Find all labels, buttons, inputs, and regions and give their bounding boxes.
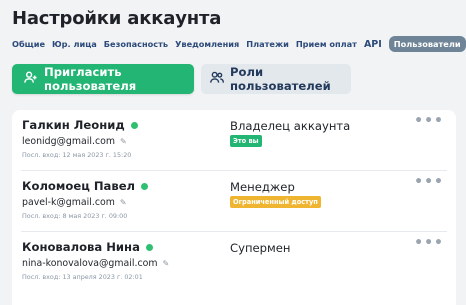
settings-tabs: Общие Юр. лица Безопасность Уведомления … xyxy=(12,36,466,52)
online-status-dot xyxy=(141,182,149,190)
more-options-icon[interactable]: ••• xyxy=(414,236,444,250)
user-email: leonidg@gmail.com xyxy=(22,136,115,147)
user-role: Владелец аккаунта xyxy=(230,119,351,133)
list-item: Галкин Леонид leonidg@gmail.com ✎ Посл. … xyxy=(12,110,456,171)
tab-users[interactable]: Пользователи xyxy=(388,36,466,52)
tab-legal-entities[interactable]: Юр. лица xyxy=(52,39,97,49)
tab-security[interactable]: Безопасность xyxy=(104,39,168,49)
add-user-icon xyxy=(24,71,37,87)
user-role: Менеджер xyxy=(230,180,295,194)
role-badge: Это вы xyxy=(230,135,262,147)
role-badge: Ограниченный доступ xyxy=(230,196,321,208)
edit-pencil-icon[interactable]: ✎ xyxy=(120,198,127,207)
user-roles-button[interactable]: Роли пользователей xyxy=(201,64,351,94)
list-item: Коновалова Нина nina-konovalova@gmail.co… xyxy=(12,232,456,293)
tab-payments[interactable]: Платежи xyxy=(246,39,289,49)
more-options-icon[interactable]: ••• xyxy=(414,114,444,128)
user-roles-label: Роли пользователей xyxy=(230,65,331,93)
online-status-dot xyxy=(145,243,153,251)
user-email: pavel-k@gmail.com xyxy=(22,197,115,208)
tab-notifications[interactable]: Уведомления xyxy=(175,39,239,49)
edit-pencil-icon[interactable]: ✎ xyxy=(162,259,169,268)
user-name: Коломоец Павел xyxy=(22,179,136,193)
invite-user-button[interactable]: Пригласить пользователя xyxy=(12,64,194,94)
page-title: Настройки аккаунта xyxy=(12,8,222,29)
list-item: Коломоец Павел pavel-k@gmail.com ✎ Посл.… xyxy=(12,171,456,232)
user-email: nina-konovalova@gmail.com xyxy=(22,258,158,269)
invite-user-label: Пригласить пользователя xyxy=(44,65,137,93)
user-name: Коновалова Нина xyxy=(22,240,140,254)
users-list: Галкин Леонид leonidg@gmail.com ✎ Посл. … xyxy=(12,110,456,305)
users-icon xyxy=(210,71,225,87)
last-login: Посл. вход: 8 мая 2023 г. 09:00 xyxy=(22,212,128,220)
tab-api[interactable]: API xyxy=(364,39,382,50)
tab-general[interactable]: Общие xyxy=(12,39,45,49)
more-options-icon[interactable]: ••• xyxy=(414,175,444,189)
tab-payment-acceptance[interactable]: Прием оплат xyxy=(296,39,357,49)
user-name: Галкин Леонид xyxy=(22,118,125,132)
online-status-dot xyxy=(130,121,138,129)
last-login: Посл. вход: 13 апреля 2023 г. 02:01 xyxy=(22,273,143,281)
user-role: Супермен xyxy=(230,241,291,255)
last-login: Посл. вход: 12 мая 2023 г. 15:20 xyxy=(22,151,132,159)
edit-pencil-icon[interactable]: ✎ xyxy=(120,137,127,146)
